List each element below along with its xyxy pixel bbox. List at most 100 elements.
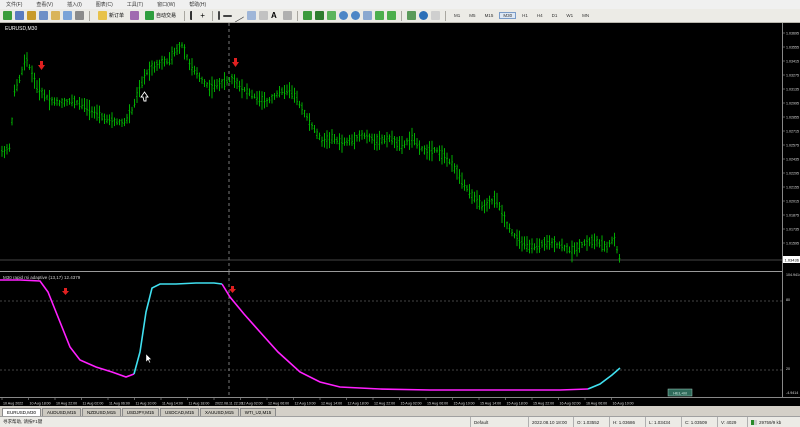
mouse-cursor-icon bbox=[145, 353, 152, 364]
profiles-icon[interactable] bbox=[15, 11, 24, 20]
indicator-badge-text: HEL+M bbox=[673, 391, 686, 396]
periods-icon[interactable] bbox=[419, 11, 429, 20]
status-low: L: 1.03434 bbox=[645, 417, 681, 427]
time-tick-label: 2022.08.11 22:30 bbox=[215, 402, 243, 406]
time-tick-label: 10 Aug 2022 bbox=[3, 402, 23, 406]
zoom-out-icon[interactable] bbox=[351, 11, 361, 20]
autotrading-label: 自动交易 bbox=[156, 13, 177, 19]
time-tick-label: 12 Aug 18:00 bbox=[348, 402, 369, 406]
timeframe-h1[interactable]: H1 bbox=[519, 13, 531, 18]
time-tick-label: 15 Aug 10:00 bbox=[454, 402, 475, 406]
chart-shift-icon[interactable] bbox=[387, 11, 397, 20]
price-tick-label: 1.02575 bbox=[786, 144, 799, 148]
zoom-in-icon[interactable] bbox=[339, 11, 349, 20]
price-chart[interactable]: EURUSD,M30 bbox=[0, 23, 782, 271]
status-help: 寻求帮助, 请按F1键 bbox=[3, 419, 43, 424]
new-chart-icon[interactable] bbox=[3, 11, 12, 20]
tester-icon[interactable] bbox=[75, 11, 84, 20]
label-tool-icon[interactable] bbox=[283, 11, 293, 20]
line-chart-icon[interactable] bbox=[327, 11, 337, 20]
channel-icon[interactable] bbox=[247, 11, 257, 20]
indicator-tick-label: 104.9414 bbox=[786, 273, 800, 277]
data-window-icon[interactable] bbox=[39, 11, 48, 20]
cursor-icon[interactable] bbox=[190, 11, 195, 20]
time-axis: 10 Aug 2022 10 Aug 18:00 10 Aug 22:00 11 Au… bbox=[0, 397, 800, 406]
timeframe-h4[interactable]: H4 bbox=[534, 13, 546, 18]
text-tool-icon[interactable]: A bbox=[271, 11, 280, 20]
trendline-icon[interactable] bbox=[235, 8, 245, 23]
time-tick-label: 12 Aug 10:00 bbox=[295, 402, 316, 406]
time-tick-label: 15 Aug 14:00 bbox=[480, 402, 501, 406]
connection-icon bbox=[751, 419, 757, 425]
horizontal-line-icon[interactable] bbox=[223, 14, 233, 17]
chart-symbol-label: EURUSD,M30 bbox=[5, 26, 37, 32]
status-volume: V: 4029 bbox=[717, 417, 747, 427]
tab-audusd-m15[interactable]: AUDUSD,M15 bbox=[42, 408, 82, 416]
indicator-pane[interactable]: M30 rapid rsi adaptive (13,17) 12.4379 H… bbox=[0, 272, 782, 397]
templates-icon[interactable] bbox=[431, 11, 441, 20]
status-datetime: 2022.08.10 18:00 bbox=[528, 417, 573, 427]
timeframe-m15[interactable]: M15 bbox=[482, 13, 497, 18]
menu-tools[interactable]: 工具(T) bbox=[127, 1, 143, 8]
price-tick-label: 1.02715 bbox=[786, 130, 799, 134]
time-tick-label: 12 Aug 02:00 bbox=[242, 402, 263, 406]
price-bars bbox=[1, 42, 621, 263]
menu-file[interactable]: 文件(F) bbox=[6, 1, 22, 8]
menu-insert[interactable]: 插入(I) bbox=[67, 1, 82, 8]
timeframe-mn[interactable]: MN bbox=[579, 13, 592, 18]
market-watch-icon[interactable] bbox=[27, 11, 36, 20]
new-order-button[interactable]: 新订单 bbox=[95, 11, 127, 21]
sell-arrow-1 bbox=[38, 61, 45, 70]
autotrading-button[interactable]: 自动交易 bbox=[142, 11, 179, 21]
price-tick-label: 1.02295 bbox=[786, 172, 799, 176]
tab-wti-m15[interactable]: WTI_U2,M15 bbox=[239, 408, 277, 416]
tab-xauusd-m15[interactable]: XAUUSD,M15 bbox=[200, 408, 239, 416]
tab-usdjpy-m15[interactable]: USDJPY,M15 bbox=[121, 408, 159, 416]
toolbar-separator bbox=[184, 10, 186, 21]
menu-bar: 文件(F) 查看(V) 插入(I) 图表(C) 工具(T) 窗口(W) 帮助(H… bbox=[0, 0, 800, 9]
indicator-canvas: M30 rapid rsi adaptive (13,17) 12.4379 H… bbox=[0, 272, 782, 397]
navigator-icon[interactable] bbox=[51, 11, 60, 20]
timeframe-m1[interactable]: M1 bbox=[451, 13, 463, 18]
time-tick-label: 10 Aug 18:00 bbox=[30, 402, 51, 406]
metaeditor-icon[interactable] bbox=[130, 11, 140, 20]
vertical-line-icon[interactable] bbox=[218, 11, 221, 20]
terminal-icon[interactable] bbox=[63, 11, 72, 20]
price-tick-label: 1.03695 bbox=[786, 32, 799, 36]
price-tick-label: 1.03275 bbox=[786, 74, 799, 78]
rsi-falling-line bbox=[0, 279, 589, 391]
price-axis-canvas: 1.03695 1.03555 1.03415 1.03275 1.03135 1.029… bbox=[783, 32, 800, 395]
menu-window[interactable]: 窗口(W) bbox=[157, 1, 175, 8]
toolbar-separator bbox=[401, 10, 403, 21]
fibonacci-icon[interactable] bbox=[259, 11, 269, 20]
timeframe-d1[interactable]: D1 bbox=[549, 13, 561, 18]
menu-view[interactable]: 查看(V) bbox=[36, 1, 53, 8]
autoscroll-icon[interactable] bbox=[375, 11, 385, 20]
bar-chart-icon[interactable] bbox=[303, 11, 313, 20]
price-tick-label: 1.02015 bbox=[786, 200, 799, 204]
timeframe-m5[interactable]: M5 bbox=[466, 13, 478, 18]
indicator-sell-arrow-2 bbox=[229, 286, 236, 293]
time-tick-label: 11 Aug 14:00 bbox=[162, 402, 183, 406]
tab-nzdusd-m15[interactable]: NZDUSD,M15 bbox=[82, 408, 121, 416]
price-tick-label: 1.03135 bbox=[786, 88, 799, 92]
time-tick-label: 10 Aug 22:00 bbox=[56, 402, 77, 406]
time-tick-label: 15 Aug 02:00 bbox=[401, 402, 422, 406]
time-tick-label: 15 Aug 22:00 bbox=[533, 402, 554, 406]
timeframe-w1[interactable]: W1 bbox=[563, 13, 576, 18]
tile-windows-icon[interactable] bbox=[363, 11, 373, 20]
autotrading-icon bbox=[145, 11, 155, 20]
tab-usdcad-m15[interactable]: USDCAD,M15 bbox=[159, 408, 199, 416]
price-chart-canvas: EURUSD,M30 bbox=[0, 23, 782, 271]
indicators-icon[interactable] bbox=[407, 11, 417, 20]
timeframe-m30[interactable]: M30 bbox=[499, 12, 517, 19]
candlestick-icon[interactable] bbox=[315, 11, 325, 20]
status-profile[interactable]: Default bbox=[470, 417, 528, 427]
price-tick-label: 1.01595 bbox=[786, 242, 799, 246]
status-connection: 29759/9 kb bbox=[747, 417, 800, 427]
crosshair-icon[interactable]: + bbox=[198, 11, 207, 20]
menu-help[interactable]: 帮助(H) bbox=[189, 1, 206, 8]
tab-eurusd-m30[interactable]: EURUSD,M30 bbox=[2, 408, 42, 416]
menu-charts[interactable]: 图表(C) bbox=[96, 1, 113, 8]
time-tick-label: 15 Aug 18:00 bbox=[507, 402, 528, 406]
